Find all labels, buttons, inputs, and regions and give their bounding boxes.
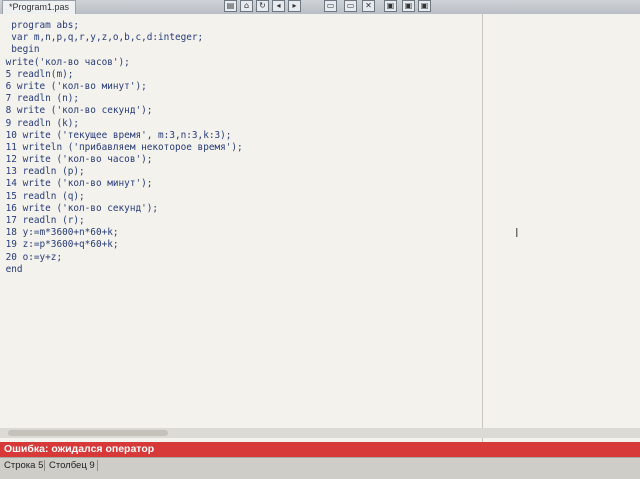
window-icon[interactable]: ▣ — [418, 0, 431, 12]
tab-program1[interactable]: *Program1.pas — [2, 0, 77, 14]
code-line[interactable]: 17 readln (r); — [0, 215, 243, 227]
code-line[interactable]: 6 write ('кол-во минут'); — [0, 81, 243, 93]
window-icon[interactable]: ▭ — [324, 0, 337, 12]
text-cursor-icon: I — [515, 226, 519, 240]
horizontal-scrollbar[interactable] — [0, 428, 640, 438]
code-editor[interactable]: program abs; var m,n,p,q,r,y,z,o,b,c,d:i… — [0, 14, 640, 442]
code-line[interactable]: 19 z:=p*3600+q*60+k; — [0, 239, 243, 251]
code-line[interactable]: 8 write ('кол-во секунд'); — [0, 105, 243, 117]
code-line[interactable]: write('кол-во часов'); — [0, 57, 243, 69]
code-line[interactable]: program abs; — [0, 20, 243, 32]
right-margin-line — [482, 14, 483, 442]
code-line[interactable]: 13 readln (p); — [0, 166, 243, 178]
scrollbar-thumb[interactable] — [8, 430, 168, 436]
code-line[interactable]: 20 o:=y+z; — [0, 252, 243, 264]
status-line: Строка 5 — [4, 460, 44, 471]
code-line[interactable]: begin — [0, 44, 243, 56]
status-separator — [44, 460, 45, 471]
code-line[interactable]: 18 y:=m*3600+n*60+k; — [0, 227, 243, 239]
code-line[interactable]: 16 write ('кол-во секунд'); — [0, 203, 243, 215]
forward-icon[interactable]: ▸ — [288, 0, 301, 12]
code-line[interactable]: var m,n,p,q,r,y,z,o,b,c,d:integer; — [0, 32, 243, 44]
code-line[interactable]: 14 write ('кол-во минут'); — [0, 178, 243, 190]
status-bar: Строка 5 Столбец 9 — [0, 457, 640, 479]
window-icon[interactable]: ▣ — [384, 0, 397, 12]
code-line[interactable]: 9 readln (k); — [0, 118, 243, 130]
status-column: Столбец 9 — [49, 460, 95, 471]
code-line[interactable]: 11 writeln ('прибавляем некоторое время'… — [0, 142, 243, 154]
code-line[interactable]: 7 readln (n); — [0, 93, 243, 105]
toolbar: *Program1.pas ▤ ⌂ ↻ ◂ ▸ ▭ ▭ ✕ ▣ ▣ ▣ — [0, 0, 640, 14]
code-line[interactable]: 5 readln(m); — [0, 69, 243, 81]
window-icon[interactable]: ▭ — [344, 0, 357, 12]
refresh-icon[interactable]: ↻ — [256, 0, 269, 12]
error-message: Ошибка: ожидался оператор — [4, 443, 155, 455]
code-line[interactable]: 10 write ('текущее время', m:3,n:3,k:3); — [0, 130, 243, 142]
window-icon[interactable]: ▣ — [402, 0, 415, 12]
tab-title: *Program1.pas — [9, 2, 70, 12]
code-line[interactable]: 15 readln (q); — [0, 191, 243, 203]
code-line[interactable]: end — [0, 264, 243, 276]
code-text[interactable]: program abs; var m,n,p,q,r,y,z,o,b,c,d:i… — [0, 20, 243, 276]
home-icon[interactable]: ⌂ — [240, 0, 253, 12]
code-line[interactable]: 12 write ('кол-во часов'); — [0, 154, 243, 166]
back-icon[interactable]: ◂ — [272, 0, 285, 12]
stop-icon[interactable]: ✕ — [362, 0, 375, 12]
print-icon[interactable]: ▤ — [224, 0, 237, 12]
status-separator — [97, 460, 98, 471]
error-bar: Ошибка: ожидался оператор — [0, 442, 640, 457]
